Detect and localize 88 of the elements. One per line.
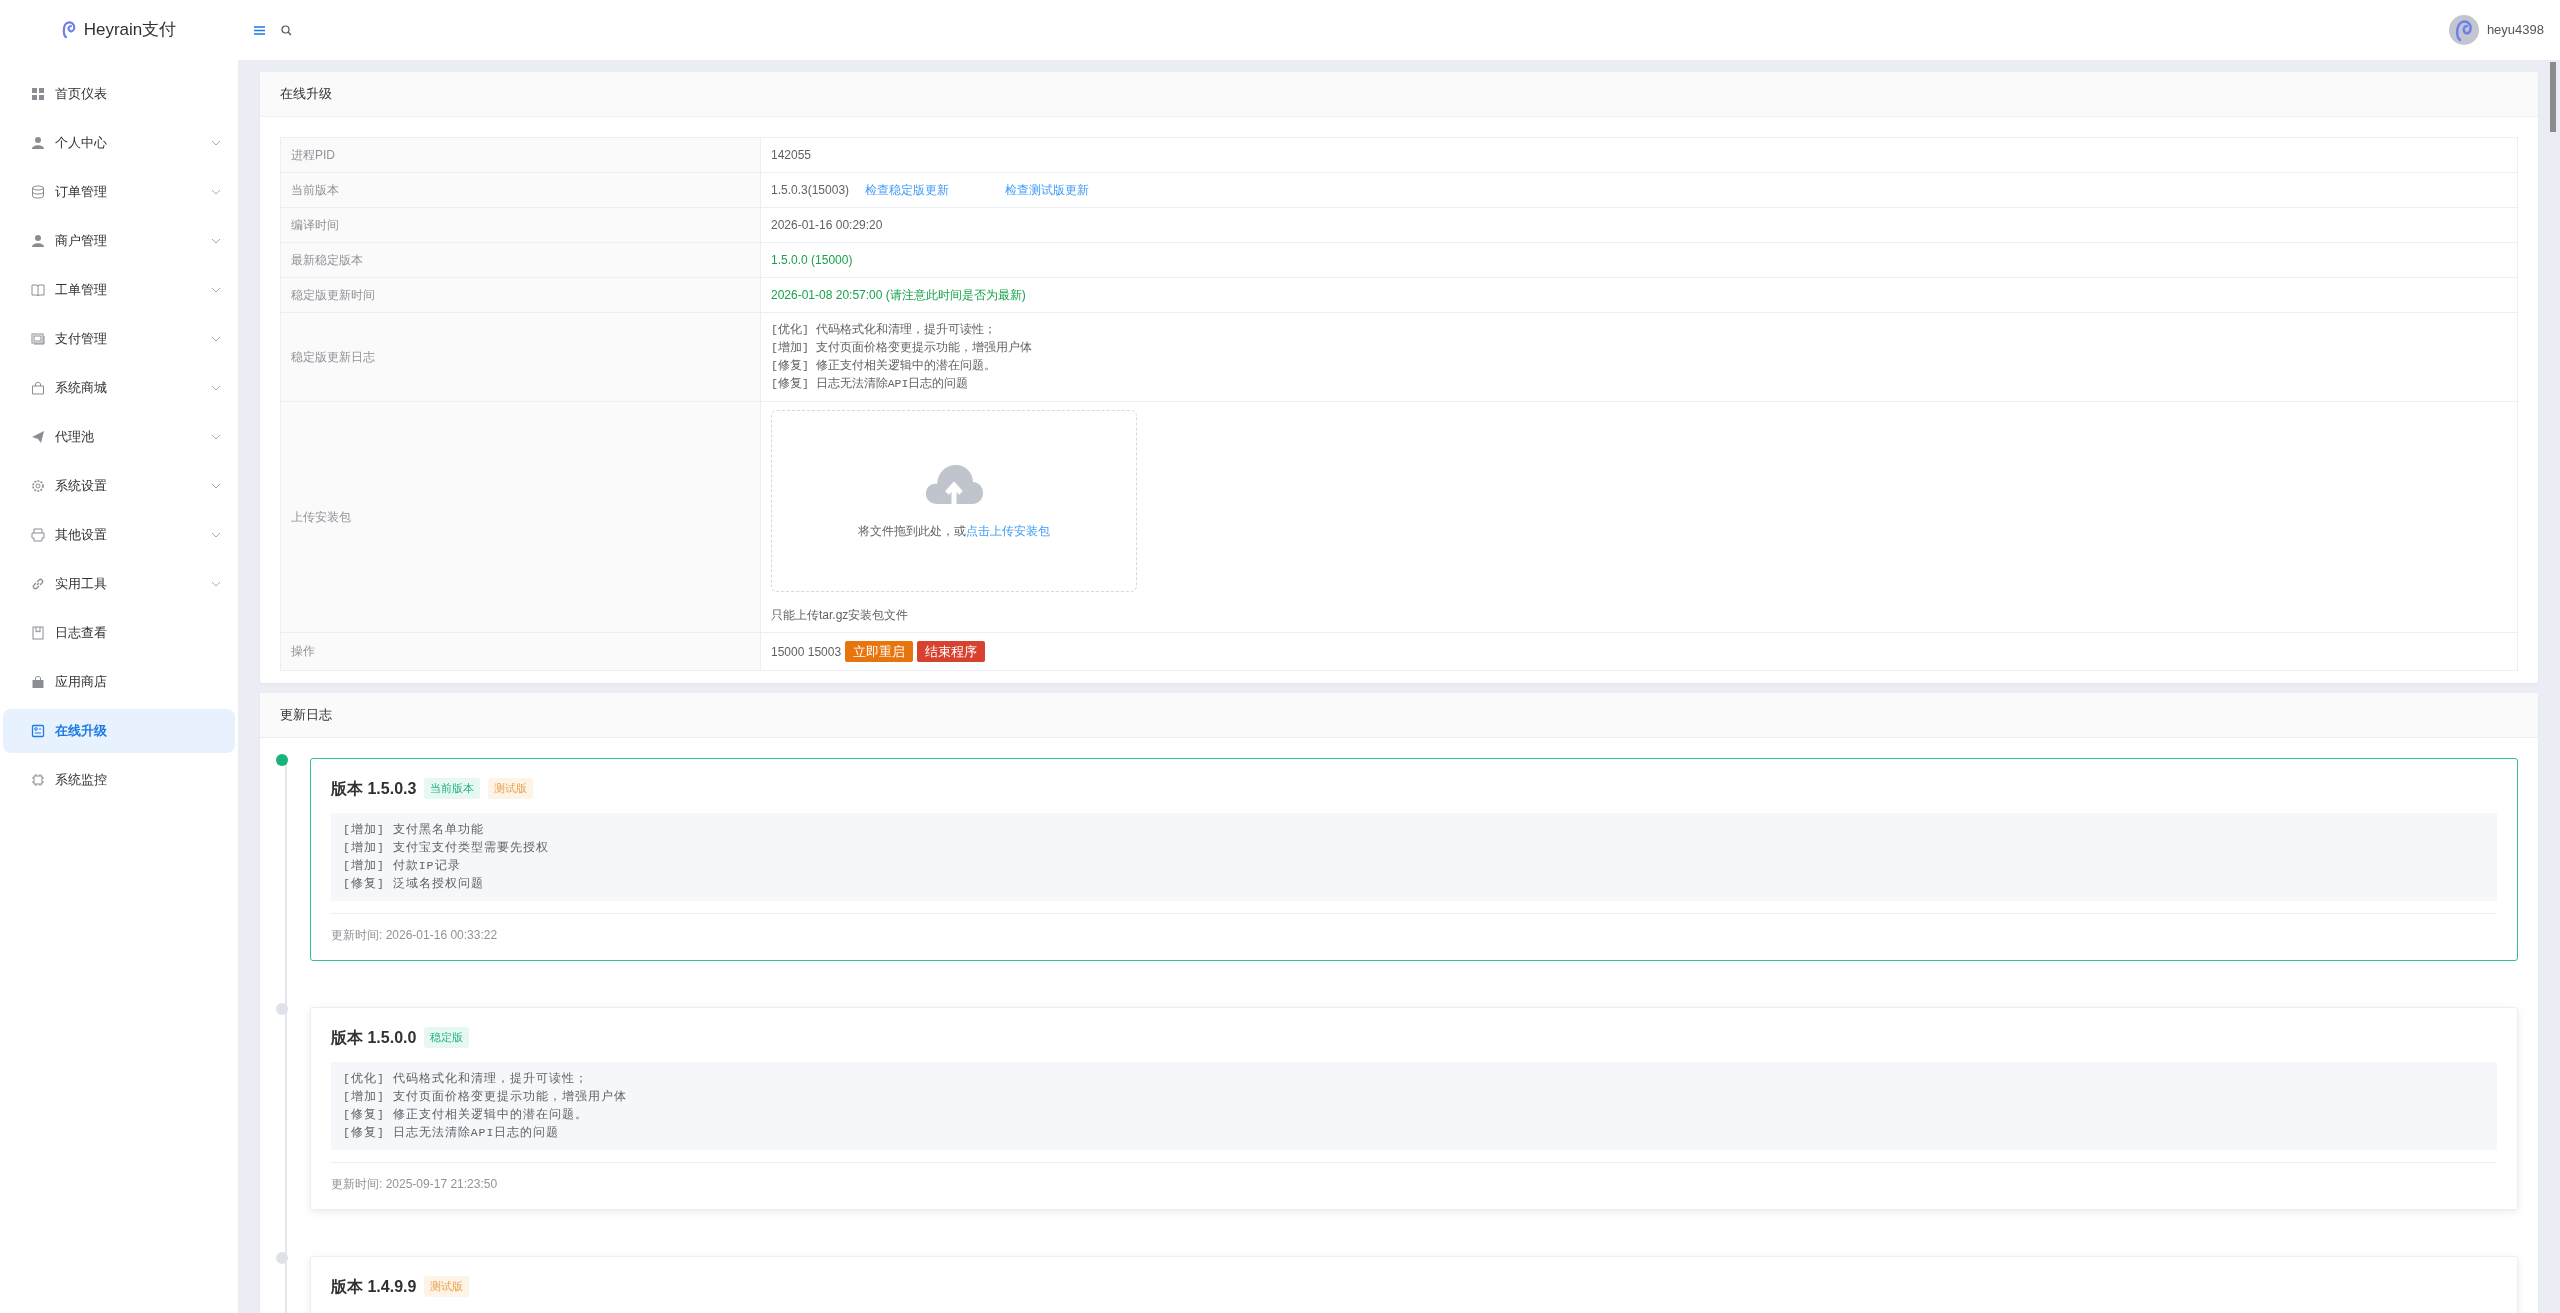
user-icon bbox=[31, 136, 45, 150]
panel-title: 更新日志 bbox=[260, 693, 2538, 738]
log-line: [修复] 修正支付相关逻辑中的潜在问题。 bbox=[771, 357, 997, 374]
version-tag: 当前版本 bbox=[424, 778, 481, 799]
sidebar-item[interactable]: 应用商店 bbox=[3, 660, 235, 704]
row-label: 稳定版更新日志 bbox=[280, 312, 761, 401]
log-line: [增加] 支付黑名单功能 bbox=[343, 821, 485, 838]
row-label: 当前版本 bbox=[280, 172, 761, 207]
chevron-down-icon bbox=[211, 187, 221, 197]
book-icon bbox=[31, 283, 45, 297]
chevron-down-icon bbox=[211, 383, 221, 393]
row-label: 最新稳定版本 bbox=[280, 242, 761, 277]
paper-plane-icon bbox=[31, 430, 45, 444]
upload-prompt: 将文件拖到此处，或 bbox=[858, 523, 966, 538]
chevron-down-icon bbox=[211, 236, 221, 246]
version-tag: 稳定版 bbox=[424, 1027, 470, 1048]
version-tag: 测试版 bbox=[424, 1276, 470, 1297]
brand-name: Heyrain支付 bbox=[83, 19, 177, 42]
log-line: [优化] 代码格式化和清理，提升可读性； bbox=[771, 321, 997, 338]
row-label: 上传安装包 bbox=[280, 401, 761, 632]
version-title: 版本 1.5.0.0 bbox=[331, 1027, 417, 1048]
shopping-bag-icon bbox=[31, 675, 45, 689]
sidebar-item[interactable]: 日志查看 bbox=[3, 611, 235, 655]
row-label: 稳定版更新时间 bbox=[280, 277, 761, 312]
version-tag: 测试版 bbox=[488, 778, 534, 799]
row-value: 142055 bbox=[771, 147, 812, 162]
avatar[interactable] bbox=[2448, 15, 2479, 45]
sidebar-item[interactable]: 代理池 bbox=[3, 415, 235, 459]
chevron-down-icon bbox=[211, 481, 221, 491]
row-label: 进程PID bbox=[280, 137, 761, 172]
sidebar-item[interactable]: 其他设置 bbox=[3, 513, 235, 557]
sidebar-item[interactable]: 工单管理 bbox=[3, 268, 235, 312]
grid-icon bbox=[31, 87, 45, 101]
chevron-down-icon bbox=[211, 432, 221, 442]
row-value: 1.5.0.3(15003) bbox=[771, 182, 850, 197]
search-icon[interactable] bbox=[281, 24, 292, 36]
chevron-down-icon bbox=[211, 138, 221, 148]
row-value: 2026-01-16 00:29:20 bbox=[771, 217, 883, 232]
panel-title: 在线升级 bbox=[260, 72, 2538, 117]
log-line: [增加] 支付页面价格变更提示功能，增强用户体 bbox=[343, 1088, 628, 1105]
log-line: [增加] 付款IP记录 bbox=[343, 857, 462, 874]
log-line: [修复] 修正支付相关逻辑中的潜在问题。 bbox=[343, 1106, 589, 1123]
sidebar-item[interactable]: 系统设置 bbox=[3, 464, 235, 508]
scrollbar[interactable] bbox=[2550, 62, 2556, 132]
stop-button[interactable]: 结束程序 bbox=[917, 640, 986, 662]
sidebar-item[interactable]: 订单管理 bbox=[3, 170, 235, 214]
log-line: [修复] 日志无法清除API日志的问题 bbox=[771, 375, 970, 392]
chevron-down-icon bbox=[211, 579, 221, 589]
sidebar-item[interactable]: 在线升级 bbox=[3, 709, 235, 753]
log-line: [修复] 泛域名授权问题 bbox=[343, 875, 485, 892]
update-time: 更新时间: 2025-09-17 21:23:50 bbox=[331, 1176, 498, 1191]
user-icon bbox=[31, 234, 45, 248]
upgrade-icon bbox=[31, 724, 45, 738]
log-line: [增加] 支付宝支付类型需要先授权 bbox=[343, 839, 550, 856]
version-title: 版本 1.5.0.3 bbox=[331, 778, 417, 799]
chevron-down-icon bbox=[211, 285, 221, 295]
database-icon bbox=[31, 185, 45, 199]
log-line: [修复] 日志无法清除API日志的问题 bbox=[343, 1124, 561, 1141]
row-value: 2026-01-08 20:57:00 (请注意此时间是否为最新) bbox=[771, 287, 1026, 302]
settings-icon bbox=[31, 479, 45, 493]
printer-icon bbox=[31, 528, 45, 542]
sidebar-item[interactable]: 个人中心 bbox=[3, 121, 235, 165]
log-line: [增加] 支付页面价格变更提示功能，增强用户体 bbox=[771, 339, 1033, 356]
menu-icon[interactable] bbox=[254, 25, 265, 35]
sidebar-item[interactable]: 首页仪表 bbox=[3, 72, 235, 116]
row-value: 1.5.0.0 (15000) bbox=[771, 252, 853, 267]
link-icon bbox=[31, 577, 45, 591]
logo-icon bbox=[61, 21, 76, 39]
chip-icon bbox=[31, 773, 45, 787]
update-time: 更新时间: 2026-01-16 00:33:22 bbox=[331, 927, 498, 942]
upload-tip: 只能上传tar.gz安装包文件 bbox=[771, 606, 910, 624]
bag-icon bbox=[31, 381, 45, 395]
row-label: 操作 bbox=[280, 632, 761, 671]
user-name[interactable]: heyu4398 bbox=[2486, 20, 2544, 40]
upload-dropzone[interactable]: 将文件拖到此处，或点击上传安装包 bbox=[771, 409, 1137, 592]
row-value: 15000 15003 bbox=[771, 644, 842, 659]
sidebar-item[interactable]: 支付管理 bbox=[3, 317, 235, 361]
sidebar-item[interactable]: 系统监控 bbox=[3, 758, 235, 802]
row-label: 编译时间 bbox=[280, 207, 761, 242]
sidebar-item[interactable]: 系统商城 bbox=[3, 366, 235, 410]
version-title: 版本 1.4.9.9 bbox=[331, 1276, 417, 1297]
sidebar-item[interactable]: 实用工具 bbox=[3, 562, 235, 606]
sidebar-item[interactable]: 商户管理 bbox=[3, 219, 235, 263]
document-icon bbox=[31, 626, 45, 640]
chevron-down-icon bbox=[211, 334, 221, 344]
wallet-icon bbox=[31, 332, 45, 346]
chevron-down-icon bbox=[211, 530, 221, 540]
log-line: [优化] 代码格式化和清理，提升可读性； bbox=[343, 1070, 589, 1087]
